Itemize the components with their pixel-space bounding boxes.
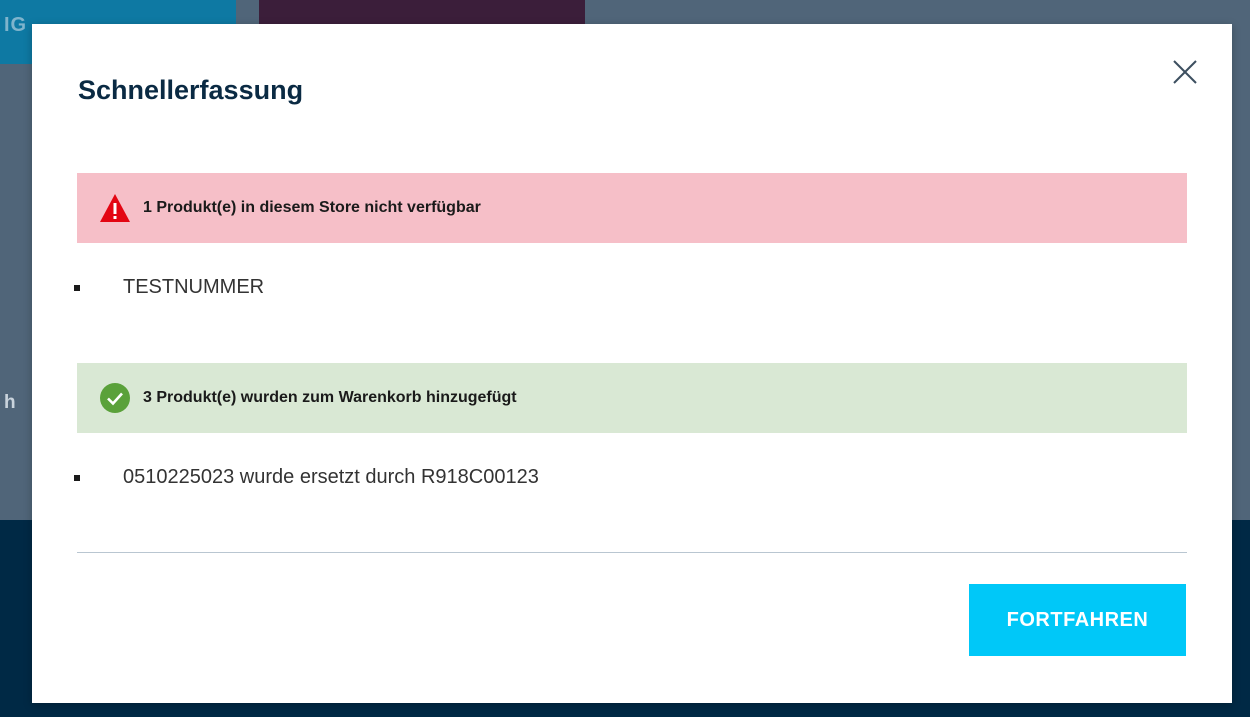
list-item: TESTNUMMER (74, 276, 264, 299)
continue-button[interactable]: FORTFAHREN (969, 584, 1186, 656)
list-item: 0510225023 wurde ersetzt durch R918C0012… (74, 466, 539, 489)
check-circle-icon (99, 381, 133, 415)
background-text: h (4, 392, 16, 413)
success-alert: 3 Produkt(e) wurden zum Warenkorb hinzug… (77, 363, 1187, 433)
close-icon[interactable] (1171, 58, 1199, 86)
warning-triangle-icon (99, 191, 133, 225)
error-alert-message: 1 Produkt(e) in diesem Store nicht verfü… (143, 199, 481, 216)
modal-title: Schnellerfassung (78, 75, 304, 105)
bullet (74, 284, 80, 291)
replaced-product: 0510225023 wurde ersetzt durch R918C0012… (123, 466, 539, 488)
background-button-secondary (259, 0, 585, 26)
success-alert-message: 3 Produkt(e) wurden zum Warenkorb hinzug… (143, 389, 517, 406)
unavailable-product: TESTNUMMER (123, 276, 265, 298)
error-alert: 1 Produkt(e) in diesem Store nicht verfü… (77, 173, 1187, 243)
bullet (74, 474, 80, 481)
divider (77, 552, 1187, 553)
